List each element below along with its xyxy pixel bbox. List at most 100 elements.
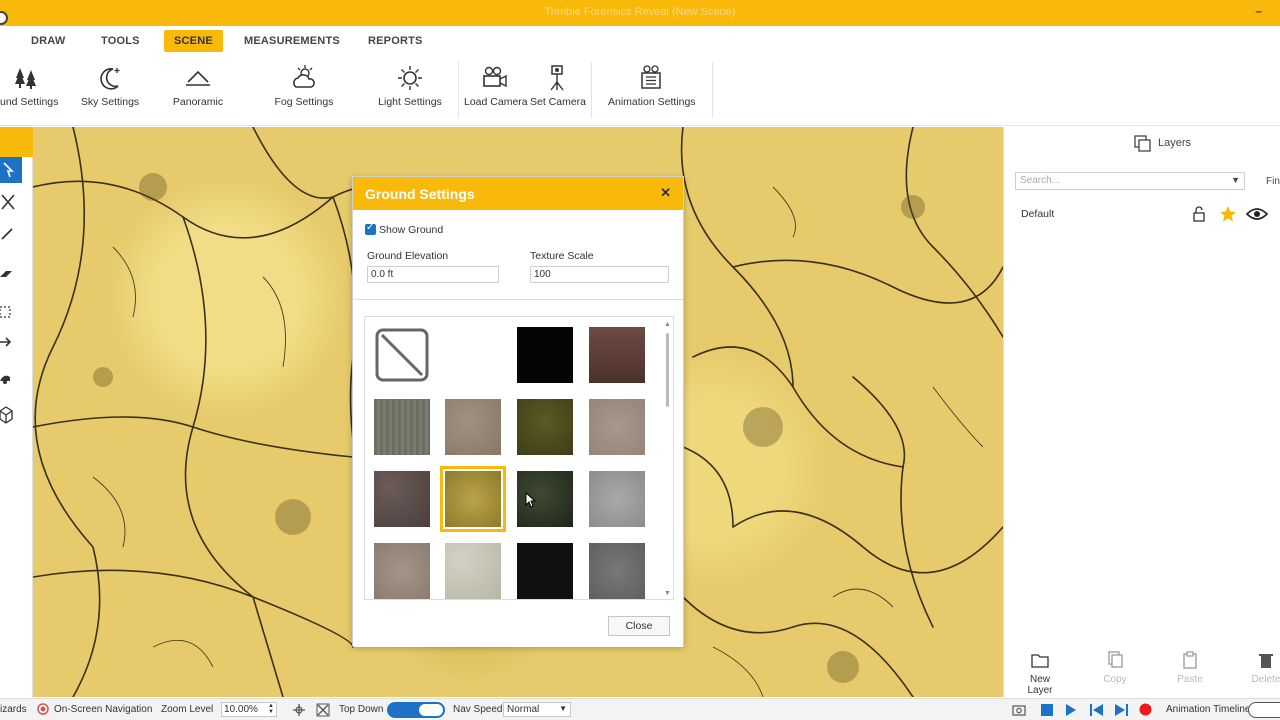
load-camera-button[interactable]: Load Camera [464, 62, 528, 118]
trash-icon [1259, 654, 1273, 668]
ground-settings-button[interactable]: und Settings [0, 62, 58, 118]
fit-view-icon[interactable] [316, 703, 330, 717]
surface-tool-button[interactable] [0, 261, 22, 287]
layer-row[interactable]: Default [1004, 201, 1280, 225]
menu-reports[interactable]: REPORTS [358, 30, 433, 52]
texture-swatch[interactable] [589, 543, 645, 599]
wizards-button[interactable]: izards [0, 704, 27, 715]
animation-timeline-toggle[interactable] [1248, 702, 1280, 718]
texture-scale-input[interactable]: 100 [530, 266, 669, 283]
show-ground-checkbox[interactable]: Show Ground [365, 222, 444, 236]
scale-tool-button[interactable] [0, 189, 22, 215]
menu-tools[interactable]: TOOLS [91, 30, 150, 52]
texture-swatch[interactable] [589, 327, 645, 383]
swatch-scrollbar[interactable]: ▲ ▼ [664, 321, 671, 597]
paste-layer-button[interactable]: Paste [1174, 651, 1206, 685]
close-button[interactable]: Close [608, 616, 670, 636]
panoramic-label: Panoramic [172, 96, 224, 108]
texture-swatch[interactable] [445, 399, 501, 455]
menu-draw[interactable]: DRAW [21, 30, 75, 52]
step-back-icon[interactable] [1090, 704, 1104, 716]
cube-tool-button[interactable] [0, 401, 22, 427]
star-icon[interactable] [1219, 205, 1237, 223]
move-tool-button[interactable] [0, 329, 22, 355]
status-bar: izards On-Screen Navigation Zoom Level 1… [0, 698, 1280, 720]
paste-icon [1183, 651, 1197, 669]
texture-swatch[interactable] [374, 399, 430, 455]
panoramic-button[interactable]: Panoramic [172, 62, 224, 118]
texture-swatch[interactable] [517, 399, 573, 455]
texture-swatch[interactable] [517, 543, 573, 599]
zoom-level-value: 10.00% [224, 704, 258, 715]
dialog-body: Show Ground Ground Elevation 0.0 ft Text… [353, 210, 683, 647]
show-ground-label: Show Ground [379, 224, 444, 236]
animation-timeline-label: Animation Timeline [1166, 704, 1251, 715]
checkbox-checked-icon[interactable] [365, 222, 376, 235]
texture-swatch-none[interactable] [374, 327, 430, 383]
zoom-level-label: Zoom Level [161, 704, 214, 715]
texture-swatch[interactable] [589, 471, 645, 527]
chevron-down-icon[interactable]: ▼ [559, 704, 567, 713]
layers-search-input[interactable]: Search... ▼ [1015, 172, 1245, 190]
step-forward-icon[interactable] [1114, 704, 1128, 716]
scroll-up-icon[interactable]: ▲ [664, 321, 671, 328]
menu-bar: DRAW TOOLS SCENE MEASUREMENTS REPORTS [0, 26, 1280, 56]
toggle-knob [419, 704, 443, 716]
zoom-level-input[interactable]: 10.00% ▲ ▼ [221, 702, 277, 717]
set-camera-button[interactable]: Set Camera [530, 62, 586, 118]
scroll-down-icon[interactable]: ▼ [664, 590, 671, 597]
load-camera-label: Load Camera [464, 96, 528, 108]
texture-swatch[interactable] [517, 327, 573, 383]
animation-settings-button[interactable]: Animation Settings [608, 62, 696, 118]
unlock-icon[interactable] [1192, 206, 1206, 222]
selection-box-tool-button[interactable] [0, 299, 22, 325]
texture-swatch[interactable] [445, 543, 501, 599]
ribbon-separator [458, 62, 459, 118]
eye-icon[interactable] [1246, 207, 1268, 221]
plane-icon [0, 271, 12, 277]
play-icon[interactable] [1065, 704, 1077, 716]
layer-name: Default [1021, 208, 1055, 220]
camera-tripod-icon [550, 65, 564, 91]
dialog-close-icon[interactable]: ✕ [660, 185, 671, 201]
light-settings-button[interactable]: Light Settings [378, 62, 442, 118]
ground-elevation-input[interactable]: 0.0 ft [367, 266, 499, 283]
left-toolbar-header [0, 127, 33, 157]
scroll-thumb[interactable] [666, 333, 669, 407]
sun-icon [398, 66, 422, 90]
top-down-toggle[interactable] [387, 702, 445, 718]
stop-icon[interactable] [1041, 704, 1053, 716]
sky-settings-button[interactable]: Sky Settings [80, 62, 140, 118]
ground-settings-dialog: Ground Settings ✕ Show Ground Ground Ele… [352, 176, 684, 647]
chevron-down-icon[interactable]: ▼ [1231, 175, 1240, 185]
dialog-title-bar[interactable]: Ground Settings ✕ [353, 177, 683, 210]
find-button[interactable]: Fin [1266, 176, 1280, 187]
line-tool-button[interactable] [0, 221, 22, 247]
onscreen-navigation-toggle[interactable]: On-Screen Navigation [54, 704, 152, 715]
select-tool-button[interactable] [0, 157, 22, 183]
crossed-arrows-icon [1, 194, 15, 210]
nav-speed-select[interactable]: Normal ▼ [503, 702, 571, 717]
record-icon[interactable] [1139, 703, 1152, 716]
nav-speed-value: Normal [507, 704, 540, 715]
copy-layer-button[interactable]: Copy [1099, 651, 1131, 685]
cube-icon [0, 406, 13, 424]
pan-icon[interactable] [292, 703, 306, 717]
layers-icon [1134, 135, 1151, 152]
texture-swatch-selected[interactable] [440, 466, 506, 532]
camera-icon[interactable] [1012, 704, 1026, 716]
ribbon-toolbar: und Settings Sky Settings Panoramic Fog … [0, 56, 1280, 126]
spinner-icon[interactable]: ▲ ▼ [268, 703, 274, 715]
menu-scene[interactable]: SCENE [164, 30, 223, 52]
texture-swatch[interactable] [589, 399, 645, 455]
fog-settings-button[interactable]: Fog Settings [272, 62, 336, 118]
menu-measurements[interactable]: MEASUREMENTS [234, 30, 350, 52]
object-tool-button[interactable] [0, 365, 22, 391]
fog-settings-label: Fog Settings [274, 96, 334, 108]
copy-label: Copy [1103, 674, 1127, 685]
texture-swatch[interactable] [374, 543, 430, 599]
new-layer-button[interactable]: New Layer [1017, 651, 1063, 696]
delete-layer-button[interactable]: Delete [1248, 651, 1280, 685]
minimize-button[interactable]: – [1255, 4, 1262, 18]
texture-swatch[interactable] [374, 471, 430, 527]
